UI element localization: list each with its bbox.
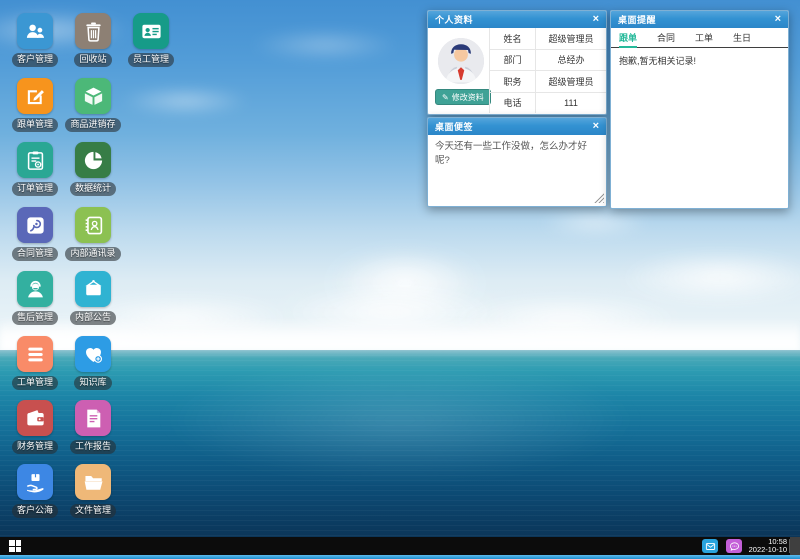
desktop-icon-label: 跟单管理 [12, 118, 58, 132]
reminder-tab-birthday[interactable]: 生日 [733, 28, 751, 48]
reminder-panel: 桌面提醒 × 跟单合同工单生日 抱歉,暂无相关记录! [610, 10, 789, 209]
reminder-empty-message: 抱歉,暂无相关记录! [611, 48, 788, 73]
desktop-icon-statistics[interactable]: 数据统计 [64, 142, 122, 196]
customer-pool-icon [17, 464, 53, 500]
memo-panel-header[interactable]: 桌面便签 × [428, 118, 606, 135]
memo-text-area[interactable]: 今天还有一些工作没做，怎么办才好呢? [428, 135, 606, 205]
profile-field-value: 111 [536, 98, 606, 108]
profile-field-value: 超级管理员 [536, 75, 606, 88]
desktop-screen: 客户管理 回收站 员工管理跟单管理商品进销存订单管理数据统计合同管理内部通讯录售后管… [0, 0, 800, 559]
profile-panel-header[interactable]: 个人资料 × [428, 11, 606, 28]
reminder-panel-header[interactable]: 桌面提醒 × [611, 11, 788, 28]
work-report-icon [75, 400, 111, 436]
desktop-icon-label: 内部通讯录 [65, 247, 120, 261]
desktop-icon-knowledge-base[interactable]: 知识库 [64, 336, 122, 390]
desktop-icon-contract-management[interactable]: 合同管理 [6, 207, 64, 261]
statistics-icon [75, 142, 111, 178]
reminder-panel-title: 桌面提醒 [618, 13, 656, 26]
taskbar-date: 2022-10-10 [749, 546, 787, 554]
knowledge-base-icon [75, 336, 111, 372]
windows-start-icon[interactable] [9, 540, 21, 552]
close-icon[interactable]: × [593, 121, 599, 132]
employee-management-icon [133, 13, 169, 49]
desktop-icon-label: 文件管理 [70, 504, 116, 518]
desktop-icon-contacts[interactable]: 内部通讯录 [64, 207, 122, 261]
finance-icon [17, 400, 53, 436]
after-sales-icon [17, 271, 53, 307]
desktop-icon-label: 订单管理 [12, 182, 58, 196]
profile-field-label: 部门 [490, 50, 536, 71]
desktop-icon-employee-management[interactable]: 员工管理 [122, 13, 180, 67]
desktop-icon-after-sales[interactable]: 售后管理 [6, 271, 64, 325]
desktop-icon-label: 数据统计 [70, 182, 116, 196]
desktop-icon-finance[interactable]: 财务管理 [6, 400, 64, 454]
desktop-icon-announcement[interactable]: 内部公告 [64, 271, 122, 325]
desktop-icon-label: 客户管理 [12, 53, 58, 67]
profile-field-row: 电话111 [490, 93, 606, 114]
desktop-icon-inventory[interactable]: 商品进销存 [64, 78, 122, 132]
reminder-tab-follow-up[interactable]: 跟单 [619, 28, 637, 48]
taskbar-clock[interactable]: 10:58 2022-10-10 [749, 538, 787, 554]
profile-field-row: 部门总经办 [490, 50, 606, 72]
edit-profile-button[interactable]: ✎ 修改资料 [435, 89, 491, 105]
profile-field-value: 总经办 [536, 53, 606, 66]
contract-management-icon [17, 207, 53, 243]
show-desktop-button[interactable] [790, 537, 800, 555]
announcement-icon [75, 271, 111, 307]
desktop-icon-label: 工单管理 [12, 376, 58, 390]
edit-profile-label: 修改资料 [452, 92, 484, 103]
desktop-icon-work-order[interactable]: 工单管理 [6, 336, 64, 390]
file-management-icon [75, 464, 111, 500]
work-order-icon [17, 336, 53, 372]
chat-tray-icon[interactable] [726, 539, 742, 553]
desktop-icon-label: 售后管理 [12, 311, 58, 325]
desktop-icon-label: 知识库 [74, 376, 111, 390]
desktop-icon-file-management[interactable]: 文件管理 [64, 464, 122, 518]
taskbar: 10:58 2022-10-10 [0, 537, 800, 555]
customer-management-icon [17, 13, 53, 49]
recycle-bin-icon [75, 13, 111, 49]
bottom-accent-strip [0, 555, 800, 559]
profile-field-row: 职务超级管理员 [490, 71, 606, 93]
close-icon[interactable]: × [593, 14, 599, 25]
desktop-icon-label: 员工管理 [128, 53, 174, 67]
desktop-icon-work-report[interactable]: 工作报告 [64, 400, 122, 454]
profile-field-label: 电话 [490, 93, 536, 114]
desktop-icon-follow-up-management[interactable]: 跟单管理 [6, 78, 64, 132]
profile-panel-title: 个人资料 [435, 13, 473, 26]
reminder-tabs: 跟单合同工单生日 [611, 28, 788, 48]
desktop-icon-recycle-bin[interactable]: 回收站 [64, 13, 122, 67]
desktop-icon-label: 客户公海 [12, 504, 58, 518]
profile-table: 姓名超级管理员部门总经办职务超级管理员电话111 [489, 28, 606, 113]
memo-panel: 桌面便签 × 今天还有一些工作没做，怎么办才好呢? [427, 117, 607, 207]
profile-panel: 个人资料 × ✎ 修改资料 姓名超级管理员部门总经办职务超级管理员电话111 [427, 10, 607, 115]
reminder-tab-work-order[interactable]: 工单 [695, 28, 713, 48]
profile-field-row: 姓名超级管理员 [490, 28, 606, 50]
memo-panel-title: 桌面便签 [435, 120, 473, 133]
edit-icon: ✎ [442, 93, 449, 102]
profile-field-label: 姓名 [490, 28, 536, 49]
contacts-icon [75, 207, 111, 243]
desktop-icon-label: 工作报告 [70, 440, 116, 454]
profile-field-label: 职务 [490, 71, 536, 92]
close-icon[interactable]: × [775, 14, 781, 25]
desktop-icon-order-management[interactable]: 订单管理 [6, 142, 64, 196]
desktop-icon-customer-management[interactable]: 客户管理 [6, 13, 64, 67]
desktop-icon-label: 内部公告 [70, 311, 116, 325]
desktop-icon-label: 回收站 [74, 53, 111, 67]
order-management-icon [17, 142, 53, 178]
inventory-icon [75, 78, 111, 114]
desktop-icon-label: 合同管理 [12, 247, 58, 261]
desktop-icon-label: 财务管理 [12, 440, 58, 454]
follow-up-management-icon [17, 78, 53, 114]
profile-field-value: 超级管理员 [536, 32, 606, 45]
desktop-icon-customer-pool[interactable]: 客户公海 [6, 464, 64, 518]
mail-tray-icon[interactable] [702, 539, 718, 553]
avatar [438, 38, 484, 84]
reminder-tab-contract[interactable]: 合同 [657, 28, 675, 48]
desktop-icon-label: 商品进销存 [65, 118, 120, 132]
